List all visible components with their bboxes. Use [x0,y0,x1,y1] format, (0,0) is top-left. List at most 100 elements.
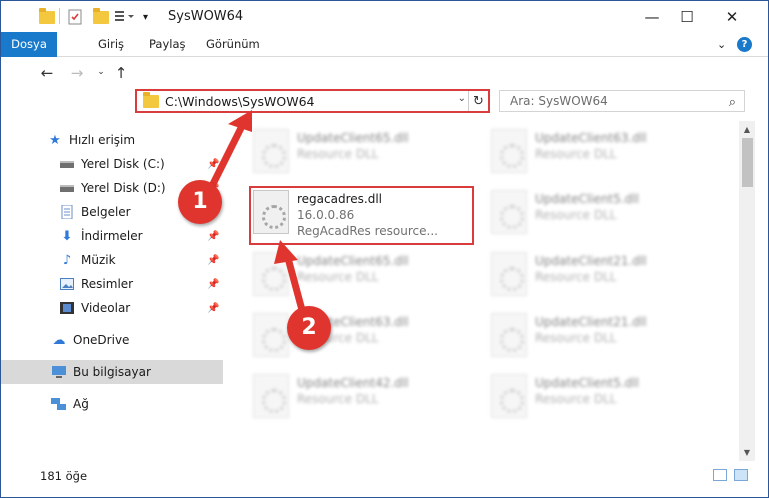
recent-locations-chevron-icon[interactable]: ⌄ [91,67,111,77]
file-tile[interactable]: UpdateClient21.dll Resource DLL [487,248,713,306]
sidebar-item-quick-access[interactable]: ★ Hızlı erişim [1,128,223,152]
cloud-icon: ☁ [52,332,66,348]
file-description: Resource DLL [297,270,379,284]
dll-file-icon [491,313,527,357]
step-1-badge: 1 [178,180,222,224]
network-icon [51,397,67,411]
ribbon-expand-icon[interactable]: ⌄ [717,32,726,57]
sidebar-item-videos[interactable]: Videolar 📌 [1,296,223,320]
tab-file[interactable]: Dosya [1,32,57,57]
window-title: SysWOW64 [168,9,244,24]
sidebar-item-label: Hızlı erişim [69,133,136,147]
sidebar-item-label: Belgeler [81,205,131,219]
tab-view[interactable]: Görünüm [206,32,260,57]
help-icon[interactable]: ? [737,37,752,52]
file-name: UpdateClient42.dll [297,376,409,390]
file-name: UpdateClient63.dll [535,131,647,145]
navigation-pane: ★ Hızlı erişim Yerel Disk (C:) 📌 Yerel D… [1,121,224,461]
star-icon: ★ [49,132,61,148]
search-input[interactable]: Ara: SysWOW64 ⌕ [499,90,745,112]
properties-icon[interactable] [67,8,83,26]
pin-icon[interactable]: 📌 [207,303,219,314]
file-tile[interactable]: UpdateClient42.dll Resource DLL [249,370,475,428]
dll-file-icon [253,129,289,173]
computer-icon [51,365,67,379]
file-name: UpdateClient5.dll [535,192,639,206]
drive-icon [59,157,75,171]
sidebar-item-label: İndirmeler [81,229,143,243]
file-name: UpdateClient21.dll [535,315,647,329]
up-arrow-icon[interactable]: ↑ [111,64,131,82]
file-tile[interactable]: UpdateClient63.dll Resource DLL [487,125,713,183]
maximize-button[interactable]: ☐ [664,1,710,32]
ribbon-tabs: Dosya Giriş Paylaş Görünüm ⌄ ? [1,32,768,57]
sidebar-item-disk-c[interactable]: Yerel Disk (C:) 📌 [1,152,223,176]
sidebar-item-network[interactable]: Ağ [1,392,223,416]
search-icon[interactable]: ⌕ [729,93,736,113]
pin-icon[interactable]: 📌 [207,279,219,290]
file-name: UpdateClient65.dll [297,131,409,145]
sidebar-item-music[interactable]: ♪ Müzik 📌 [1,248,223,272]
dll-file-icon [491,190,527,234]
tab-home[interactable]: Giriş [98,32,124,57]
file-description: Resource DLL [297,147,379,161]
file-tile[interactable]: UpdateClient63.dll Resource DLL [249,309,475,367]
navigation-bar: ← → ⌄ ↑ [1,58,768,91]
search-placeholder: Ara: SysWOW64 [510,94,608,108]
item-count: 181 öğe [40,469,88,483]
download-icon: ⬇ [61,228,73,244]
address-highlight-frame [135,89,490,113]
file-description: Resource DLL [535,147,617,161]
sidebar-item-label: Müzik [81,253,116,267]
file-name: UpdateClient65.dll [297,254,409,268]
quick-access-dropdown-icon[interactable]: ▾ [143,8,148,26]
sidebar-item-label: Ağ [73,397,89,411]
scroll-down-icon[interactable]: ▼ [739,445,755,461]
folder-icon [39,7,55,26]
file-tile[interactable]: UpdateClient5.dll Resource DLL [487,186,713,244]
customize-toolbar-icon[interactable] [114,8,136,26]
back-arrow-icon[interactable]: ← [37,64,57,82]
sidebar-item-label: Yerel Disk (D:) [81,181,166,195]
sidebar-item-pictures[interactable]: Resimler 📌 [1,272,223,296]
document-icon [59,205,75,219]
file-tile[interactable]: UpdateClient65.dll Resource DLL [249,125,475,183]
tab-share[interactable]: Paylaş [149,32,186,57]
details-view-icon[interactable] [713,469,727,481]
sidebar-item-label: Resimler [81,277,134,291]
file-highlight-frame [249,186,474,245]
dll-file-icon [253,313,289,357]
drive-icon [59,181,75,195]
close-button[interactable]: ✕ [709,1,755,32]
dll-file-icon [253,252,289,296]
dll-file-icon [491,129,527,173]
pin-icon[interactable]: 📌 [207,255,219,266]
step-2-badge: 2 [287,306,331,350]
title-bar: ▾ SysWOW64 — ☐ ✕ [1,1,768,32]
forward-arrow-icon[interactable]: → [67,64,87,82]
file-description: Resource DLL [535,270,617,284]
file-description: Resource DLL [535,208,617,222]
sidebar-item-label: Bu bilgisayar [73,365,151,379]
file-name: UpdateClient21.dll [535,254,647,268]
scrollbar-thumb[interactable] [742,138,753,187]
file-description: Resource DLL [535,331,617,345]
sidebar-item-this-pc[interactable]: Bu bilgisayar [1,360,223,384]
sidebar-item-onedrive[interactable]: ☁ OneDrive [1,328,223,352]
file-tile[interactable]: UpdateClient21.dll Resource DLL [487,309,713,367]
file-description: Resource DLL [535,392,617,406]
dll-file-icon [491,252,527,296]
sidebar-item-label: Videolar [81,301,131,315]
pin-icon[interactable]: 📌 [207,159,219,170]
separator [59,8,60,24]
large-icons-view-icon[interactable] [734,469,748,481]
sidebar-item-downloads[interactable]: ⬇ İndirmeler 📌 [1,224,223,248]
dll-file-icon [491,374,527,418]
new-folder-icon[interactable] [93,7,109,26]
file-tile[interactable]: UpdateClient65.dll Resource DLL [249,248,475,306]
file-tile[interactable]: UpdateClient5.dll Resource DLL [487,370,713,428]
music-icon: ♪ [62,252,72,268]
scroll-up-icon[interactable]: ▲ [739,122,755,138]
pin-icon[interactable]: 📌 [207,231,219,242]
sidebar-item-label: Yerel Disk (C:) [81,157,165,171]
